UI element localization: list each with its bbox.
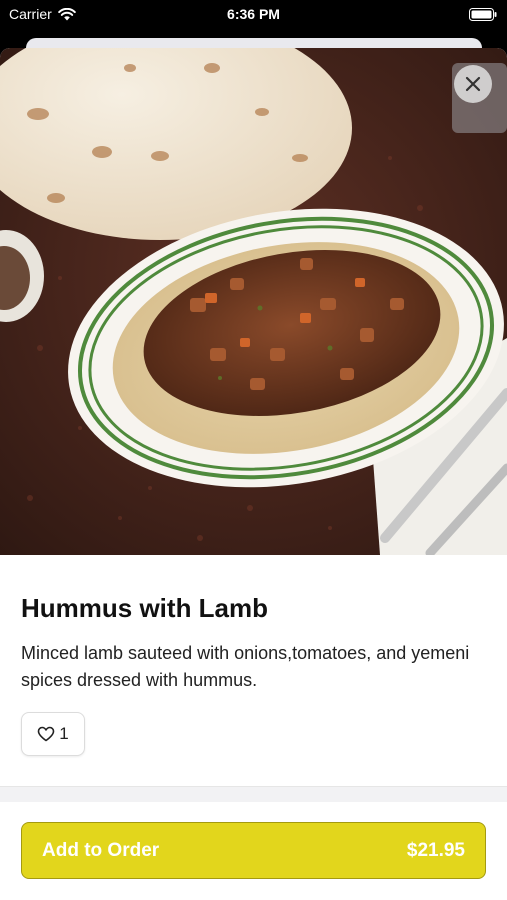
- order-price: $21.95: [406, 839, 465, 861]
- like-count: 1: [59, 724, 69, 743]
- close-icon: [465, 76, 481, 92]
- hummus-with-lamb-photo: [0, 48, 507, 555]
- add-to-order-button[interactable]: Add to Order $21.95: [21, 822, 486, 879]
- heart-icon: [37, 726, 55, 742]
- status-time: 6:36 PM: [227, 6, 280, 22]
- section-divider: [0, 786, 507, 802]
- item-info: Hummus with Lamb Minced lamb sauteed wit…: [21, 593, 486, 694]
- item-title: Hummus with Lamb: [21, 593, 269, 623]
- add-to-order-label: Add to Order: [42, 839, 160, 861]
- item-detail-sheet: Hummus with Lamb Minced lamb sauteed wit…: [0, 48, 507, 900]
- battery-icon: [469, 8, 497, 21]
- item-description: Minced lamb sauteed with onions,tomatoes…: [21, 643, 470, 690]
- like-button[interactable]: 1: [21, 712, 85, 756]
- close-button[interactable]: [454, 65, 492, 103]
- status-bar: Carrier 6:36 PM: [0, 0, 507, 30]
